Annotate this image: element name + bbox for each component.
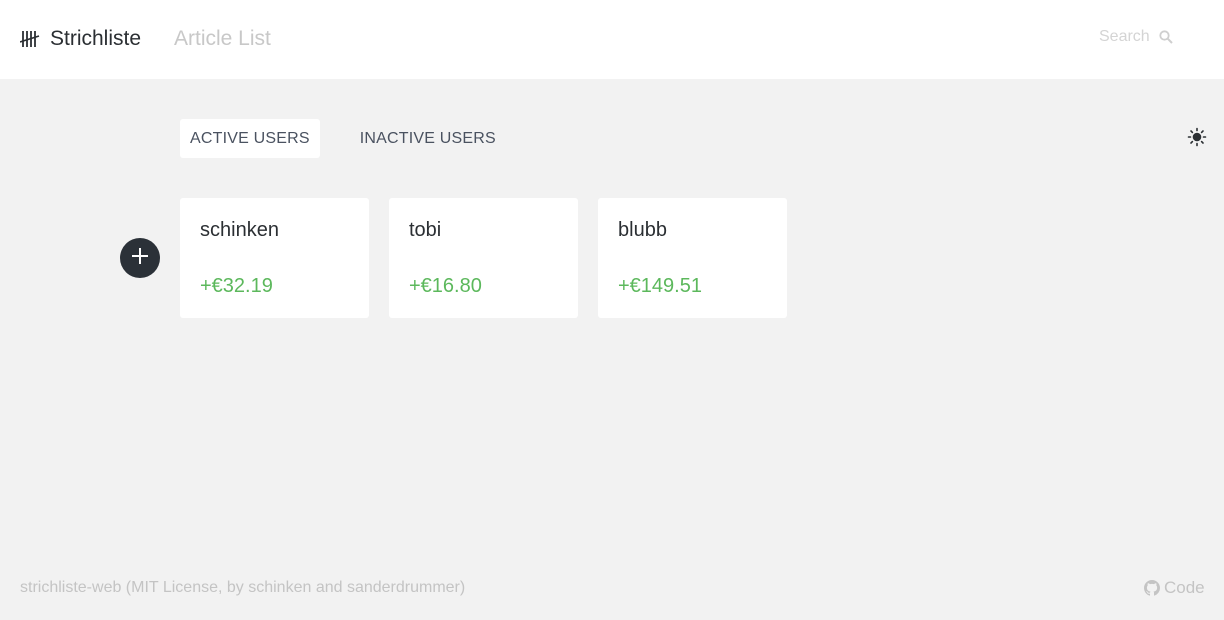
tab-inactive-users[interactable]: INACTIVE USERS (350, 119, 506, 158)
user-card[interactable]: schinken +€32.19 (180, 198, 369, 318)
search-input[interactable] (1090, 25, 1152, 49)
sun-icon (1187, 127, 1207, 152)
github-icon (1144, 580, 1160, 596)
user-name: schinken (200, 219, 279, 241)
footer-code-label: Code (1164, 578, 1205, 597)
user-card[interactable]: blubb +€149.51 (598, 198, 787, 318)
user-status-tabs: ACTIVE USERS INACTIVE USERS (180, 119, 506, 158)
user-name: tobi (409, 219, 442, 241)
theme-toggle-button[interactable] (1186, 127, 1208, 152)
plus-icon (131, 247, 149, 270)
search-box (1090, 24, 1190, 50)
footer-credits: strichliste-web (MIT License, by schinke… (20, 579, 466, 596)
add-user-button[interactable] (120, 238, 160, 278)
top-navbar: Strichliste Article List (0, 0, 1224, 79)
user-card-list: schinken +€32.19 tobi +€16.80 blubb +€14… (180, 198, 807, 318)
user-balance: +€149.51 (618, 275, 702, 297)
tab-active-users[interactable]: ACTIVE USERS (180, 119, 320, 158)
user-name: blubb (618, 219, 667, 241)
user-balance: +€32.19 (200, 275, 273, 297)
footer-code-link[interactable]: Code (1144, 578, 1205, 598)
search-icon[interactable] (1159, 30, 1173, 44)
brand-link[interactable]: Strichliste (19, 25, 142, 53)
user-balance: +€16.80 (409, 275, 482, 297)
user-card[interactable]: tobi +€16.80 (389, 198, 578, 318)
brand-label: Strichliste (50, 27, 142, 50)
tally-marks-icon (19, 30, 40, 48)
nav-article-list[interactable]: Article List (174, 25, 271, 53)
